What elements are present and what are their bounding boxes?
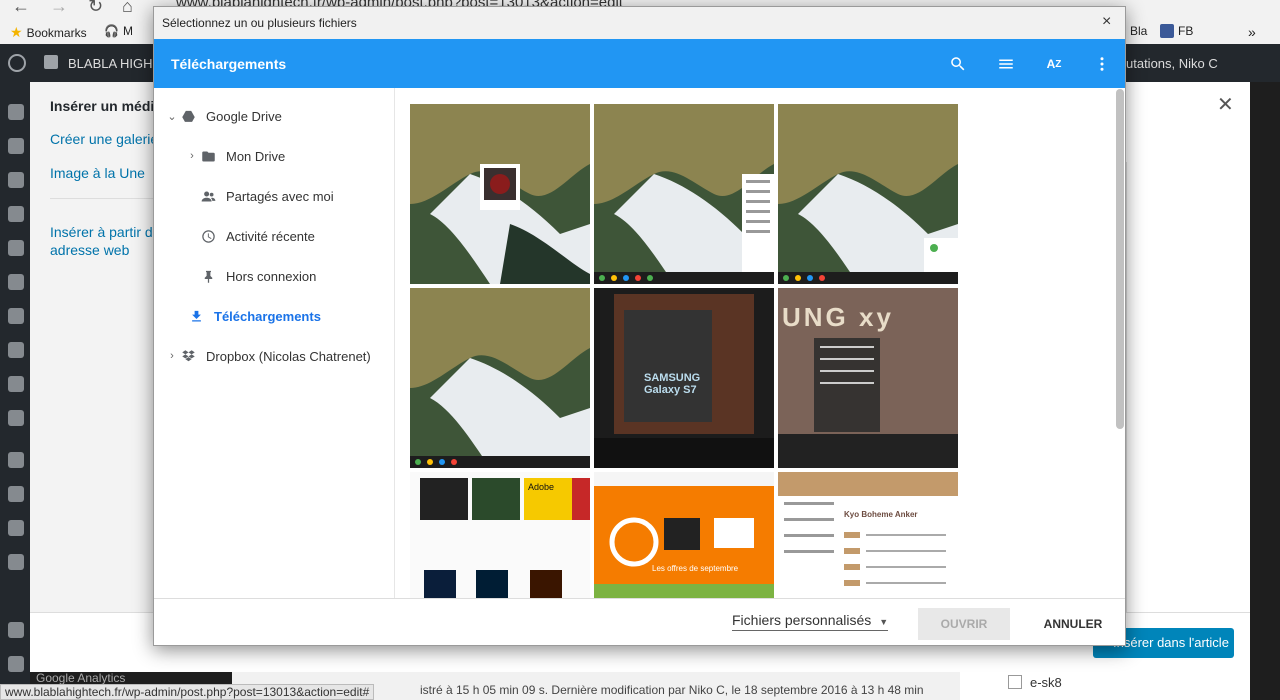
nav-google-drive[interactable]: ⌄ Google Drive (166, 104, 281, 128)
dialog-titlebar: Sélectionnez un ou plusieurs fichiers × (154, 7, 1125, 39)
site-name[interactable]: BLABLA HIGH- (68, 56, 157, 71)
posts-icon[interactable] (8, 172, 24, 188)
seo-icon[interactable] (8, 520, 24, 536)
google-analytics-menu[interactable]: Google Analytics (36, 671, 125, 685)
nav-downloads[interactable]: Téléchargements (178, 304, 321, 328)
collapse-icon[interactable] (8, 554, 24, 570)
dialog-footer: Fichiers personnalisés ▼ OUVRIR ANNULER (154, 598, 1125, 645)
open-button[interactable]: OUVRIR (918, 608, 1010, 640)
chevron-down-icon[interactable]: ⌄ (166, 110, 178, 123)
home-site-icon[interactable] (44, 55, 58, 69)
media-close-icon[interactable]: ✕ (1217, 92, 1234, 117)
file-thumbnail[interactable]: Les offres de septembre (594, 472, 774, 598)
my-drive-icon (198, 148, 218, 164)
grid-scrollbar[interactable] (1116, 89, 1124, 429)
sort-az-icon[interactable]: AZ (1042, 52, 1066, 76)
file-thumbnail[interactable]: Kyo Boheme Anker (778, 472, 958, 598)
dropbox-icon (178, 348, 198, 364)
nav-shared-with-me[interactable]: Partagés avec moi (198, 184, 334, 208)
current-folder-title: Téléchargements (171, 56, 287, 72)
tag-checkbox[interactable] (1008, 675, 1022, 689)
nav-recent-activity[interactable]: Activité récente (198, 224, 315, 248)
tags-box (960, 672, 1250, 700)
thumbnail-caption: UNG xy (782, 302, 894, 332)
nav-my-drive[interactable]: › Mon Drive (186, 144, 285, 168)
home-icon[interactable]: ⌂ (122, 0, 133, 17)
appearance-icon[interactable] (8, 342, 24, 358)
settings-icon[interactable] (8, 486, 24, 502)
create-gallery-link[interactable]: Créer une galerie (50, 130, 158, 148)
pin-icon (198, 268, 218, 284)
star-icon: ★ (10, 24, 23, 40)
thumbnail-caption: Kyo Boheme Anker (844, 510, 918, 519)
google-drive-icon (178, 108, 198, 124)
file-thumbnail[interactable] (410, 288, 590, 468)
jetpack-icon[interactable] (8, 138, 24, 154)
plugins-icon[interactable] (8, 376, 24, 392)
thumbnail-caption: Adobe (528, 482, 555, 492)
bookmark-bookmarks[interactable]: ★ Bookmarks (10, 24, 87, 41)
chevron-right-icon[interactable]: › (166, 350, 178, 362)
dropdown-arrow-icon: ▼ (879, 617, 889, 627)
file-thumbnail[interactable] (594, 104, 774, 284)
list-view-icon[interactable] (994, 52, 1018, 76)
post-last-modified: istré à 15 h 05 min 09 s. Dernière modif… (420, 683, 924, 697)
download-icon (186, 308, 206, 324)
featured-image-link[interactable]: Image à la Une (50, 164, 145, 182)
shared-users-icon (198, 188, 218, 204)
wordpress-logo-icon[interactable] (8, 54, 26, 72)
file-picker-dialog: Sélectionnez un ou plusieurs fichiers × … (153, 6, 1126, 646)
dialog-title: Sélectionnez un ou plusieurs fichiers (162, 16, 357, 30)
clock-icon (198, 228, 218, 244)
cancel-button[interactable]: ANNULER (1024, 608, 1122, 640)
attachment-details-panel (1126, 162, 1250, 672)
media-menu-title[interactable]: Insérer un média (50, 98, 162, 114)
forward-arrow-icon[interactable]: → (50, 0, 68, 17)
facebook-icon (1160, 24, 1174, 38)
yoast-icon[interactable] (8, 622, 24, 638)
file-thumbnail[interactable] (410, 104, 590, 284)
thumbnail-caption: SAMSUNG Galaxy S7 (644, 372, 701, 396)
feedback-icon[interactable] (8, 308, 24, 324)
users-icon[interactable] (8, 452, 24, 468)
tag-checkbox-label: e-sk8 (1030, 675, 1062, 690)
thumbnail-caption: Les offres de septembre (652, 564, 739, 573)
chevron-right-icon[interactable]: › (186, 150, 198, 162)
more-options-icon[interactable] (1090, 52, 1114, 76)
reload-icon[interactable]: ↻ (88, 0, 103, 17)
headphones-icon: 🎧 (104, 24, 119, 38)
wp-sidebar (0, 82, 30, 700)
search-icon[interactable] (946, 52, 970, 76)
file-grid: SAMSUNG Galaxy S7 UNG xy Adobe Les offre… (396, 88, 1124, 598)
comments-icon[interactable] (8, 274, 24, 290)
bookmark-m[interactable]: 🎧 M (104, 24, 133, 38)
navigation-pane: ⌄ Google Drive › Mon Drive Partagés avec… (154, 88, 395, 598)
browser-status-bar: www.blablahightech.fr/wp-admin/post.php?… (0, 684, 375, 700)
bookmark-bla[interactable]: Bla (1130, 24, 1147, 38)
back-arrow-icon[interactable]: ← (12, 0, 30, 17)
pages-icon[interactable] (8, 240, 24, 256)
dashboard-icon[interactable] (8, 104, 24, 120)
user-greeting[interactable]: utations, Niko C (1126, 56, 1218, 71)
file-thumbnail[interactable]: SAMSUNG Galaxy S7 (594, 288, 774, 468)
file-thumbnail[interactable]: UNG xy (778, 288, 958, 468)
nav-dropbox[interactable]: › Dropbox (Nicolas Chatrenet) (166, 344, 371, 368)
bookmark-fb[interactable]: FB (1160, 24, 1193, 38)
file-thumbnail[interactable] (778, 104, 958, 284)
file-type-select[interactable]: Fichiers personnalisés ▼ (732, 612, 889, 631)
dialog-close-icon[interactable]: × (1102, 13, 1111, 31)
nav-offline[interactable]: Hors connexion (198, 264, 316, 288)
file-thumbnail[interactable]: Adobe (410, 472, 590, 598)
analytics-icon[interactable] (8, 656, 24, 672)
bookmarks-overflow[interactable]: » (1248, 24, 1256, 40)
dialog-header: Téléchargements AZ (154, 39, 1125, 88)
media-icon[interactable] (8, 206, 24, 222)
tools-icon[interactable] (8, 410, 24, 426)
